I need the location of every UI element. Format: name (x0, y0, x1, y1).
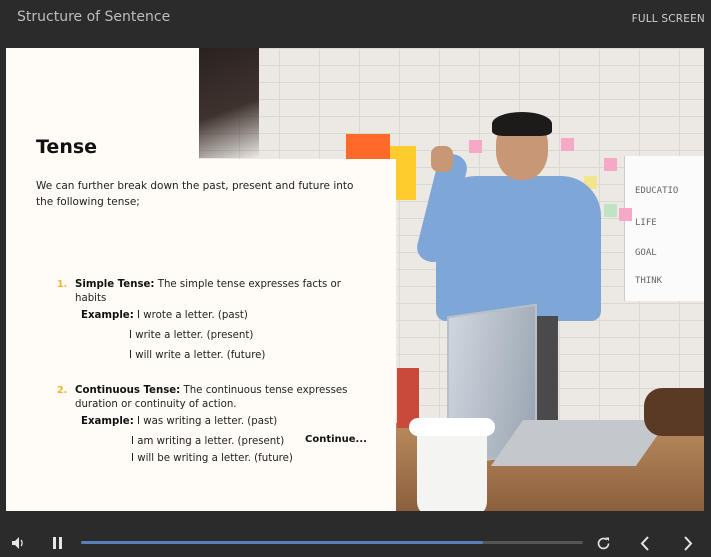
sticky-note (604, 158, 617, 171)
whiteboard-text: LIFE (635, 218, 657, 228)
sticky-note (604, 204, 617, 217)
replay-icon[interactable] (596, 536, 611, 554)
example-text: I will be writing a letter. (future) (131, 453, 293, 464)
slide-heading: Tense (36, 136, 98, 158)
top-bar: Structure of Sentence FULL SCREEN (0, 0, 711, 48)
chevron-left-icon[interactable] (639, 536, 651, 554)
progress-bar[interactable] (81, 541, 583, 544)
whiteboard-text: GOAL (635, 248, 657, 258)
speaker-icon[interactable] (11, 536, 27, 553)
example-text: I will write a letter. (future) (129, 350, 266, 361)
presenter-hair (492, 112, 552, 136)
whiteboard: EDUCATIO LIFE GOAL THINK (624, 156, 704, 301)
sticky-note (619, 208, 632, 221)
example-label: Example: (81, 310, 134, 321)
example-text: I am writing a letter. (present) (131, 436, 285, 447)
presenter-hand (431, 146, 453, 172)
example-label: Example: (81, 416, 134, 427)
sticky-note (561, 138, 574, 151)
laptop-keyboard (490, 420, 669, 466)
example-text: I wrote a letter. (past) (137, 310, 248, 321)
example-text: I was writing a letter. (past) (137, 416, 278, 427)
whiteboard-text: EDUCATIO (635, 186, 679, 196)
pause-icon[interactable] (52, 536, 64, 553)
list-number: 2. (57, 385, 68, 396)
coffee-cup-lid (409, 418, 495, 436)
presenter-shirt (436, 176, 601, 321)
term: Simple Tense: (75, 279, 155, 290)
list-item-description: Simple Tense: The simple tense expresses… (75, 278, 357, 305)
sticky-note (469, 140, 482, 153)
student-hand (644, 388, 704, 436)
continue-link[interactable]: Continue... (305, 434, 367, 445)
example-line: Example: I wrote a letter. (past) (81, 310, 248, 321)
slide-intro: We can further break down the past, pres… (36, 180, 354, 208)
course-title: Structure of Sentence (17, 9, 171, 25)
progress-fill (81, 541, 483, 544)
example-text: I write a letter. (present) (129, 330, 254, 341)
example-line: Example: I was writing a letter. (past) (81, 416, 277, 427)
photo-dark-corner (199, 48, 259, 158)
whiteboard-text: THINK (635, 276, 663, 286)
list-number: 1. (57, 279, 68, 290)
coffee-cup (417, 426, 487, 511)
term: Continuous Tense: (75, 385, 181, 396)
content-panel-top (6, 48, 199, 159)
list-item-description: Continuous Tense: The continuous tense e… (75, 384, 357, 411)
fullscreen-button[interactable]: FULL SCREEN (632, 13, 705, 25)
chevron-right-icon[interactable] (682, 536, 694, 554)
